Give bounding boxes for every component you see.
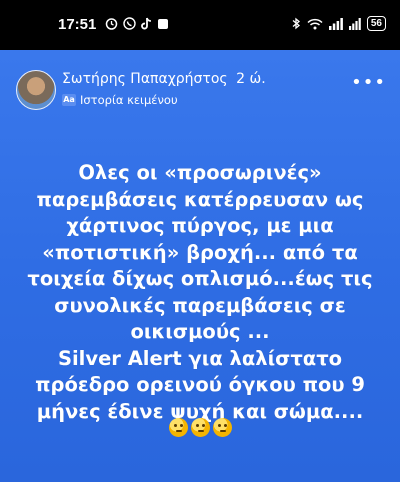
wifi-icon [307, 18, 323, 29]
thinking-face-icon [168, 418, 188, 437]
signal-icon [328, 17, 343, 30]
story-text-line: παρεμβάσεις κατέρρευσαν ως [36, 187, 364, 211]
story-text-line: Silver Alert για λαλίστατο [57, 346, 343, 370]
bluetooth-icon [292, 17, 300, 30]
story-text-line: Ολες οι «προσωρινές» [78, 161, 322, 184]
author-name[interactable]: Σωτήρης Παπαχρήστος [62, 71, 228, 87]
tiktok-icon [141, 17, 152, 30]
battery-indicator: 56 [366, 16, 386, 31]
story-text: Ολες οι «προσωρινές» παρεμβάσεις κατέρρε… [14, 160, 386, 425]
emoji-row [0, 418, 400, 437]
app-notification-icon [158, 18, 168, 29]
story-header: Σωτήρης Παπαχρήστος 2 ώ. Aa Ιστορία κειμ… [0, 50, 400, 120]
status-bar: 17:51 56 [0, 0, 400, 50]
story-type: Aa Ιστορία κειμένου [62, 93, 178, 107]
story-author-line[interactable]: Σωτήρης Παπαχρήστος 2 ώ. [62, 71, 266, 87]
status-left-icons [105, 17, 169, 30]
story-text-line: πρόεδρο ορεινού όγκου που 9 [35, 373, 365, 396]
story-text-line: τοιχεία δίχως οπλισμό...έως τις [27, 267, 373, 290]
story-text-line: χάρτινος πύργος, με μια [66, 214, 334, 237]
thinking-face-icon [190, 418, 210, 437]
story-time: 2 ώ. [236, 71, 266, 87]
more-options-icon[interactable]: ••• [351, 74, 386, 92]
alarm-icon [105, 18, 118, 30]
story-type-label: Ιστορία κειμένου [80, 93, 178, 107]
thinking-face-icon [212, 418, 232, 437]
story-text-line: οικισμούς ... [130, 320, 270, 343]
status-right-icons: 56 [291, 16, 386, 31]
phone-icon [123, 17, 136, 30]
story-text-line: συνολικές παρεμβάσεις σε [54, 293, 346, 317]
avatar[interactable] [16, 70, 56, 110]
text-story-icon: Aa [62, 94, 76, 106]
status-time: 17:51 [58, 16, 97, 33]
signal-icon-2 [348, 17, 361, 30]
story-background: Σωτήρης Παπαχρήστος 2 ώ. Aa Ιστορία κειμ… [0, 50, 400, 482]
story-text-line: «ποτιστική» βροχή... από τα [42, 240, 358, 264]
